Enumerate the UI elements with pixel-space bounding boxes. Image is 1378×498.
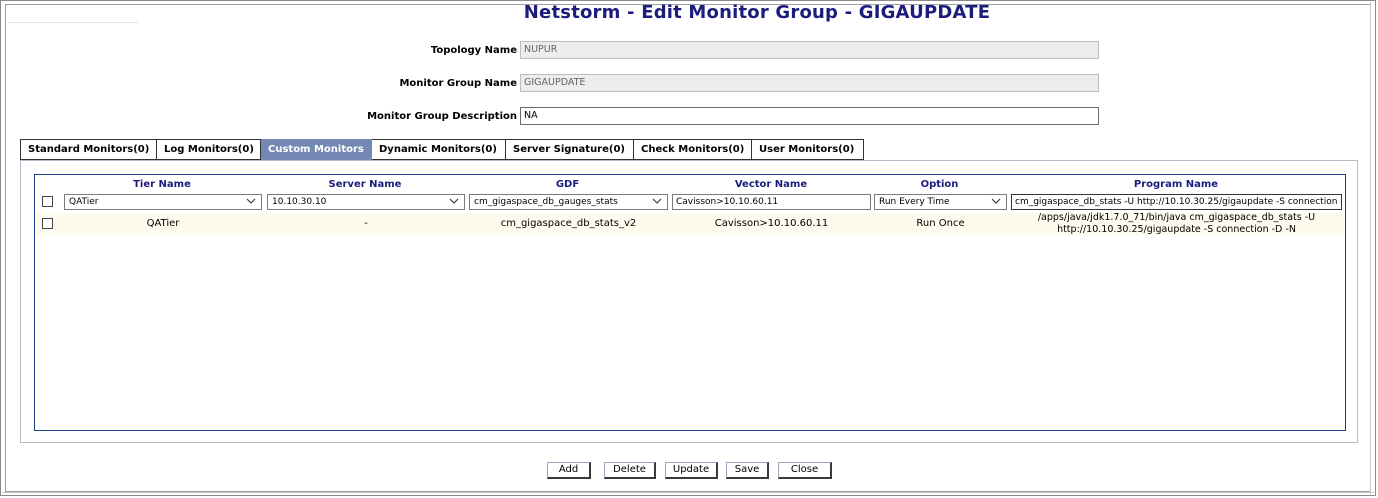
row-option: Run Once bbox=[916, 218, 965, 229]
update-button[interactable]: Update bbox=[665, 462, 718, 479]
row-server-name: - bbox=[364, 218, 368, 229]
row-vector-name: Cavisson>10.10.60.11 bbox=[714, 218, 829, 229]
row-program-name-line2: http://10.10.30.25/gigaupdate -S connect… bbox=[1057, 224, 1296, 235]
delete-button[interactable]: Delete bbox=[604, 462, 656, 479]
topology-name-label: Topology Name bbox=[430, 45, 517, 56]
chevron-down-icon bbox=[246, 198, 256, 204]
tab-check-monitors[interactable]: Check Monitors(0) bbox=[634, 139, 752, 160]
tier-name-select[interactable]: QATier bbox=[64, 194, 262, 210]
monitor-tabs: Standard Monitors(0) Log Monitors(0) Cus… bbox=[20, 139, 864, 160]
vector-name-input[interactable]: Cavisson>10.10.60.11 bbox=[672, 194, 871, 210]
program-name-input[interactable]: cm_gigaspace_db_stats -U http://10.10.30… bbox=[1011, 194, 1342, 210]
column-header-tier-name: Tier Name bbox=[133, 179, 191, 190]
monitor-group-name-field[interactable]: GIGAUPDATE bbox=[520, 74, 1099, 92]
column-header-program-name: Program Name bbox=[1133, 179, 1219, 190]
topology-name-field[interactable]: NUPUR bbox=[520, 41, 1099, 59]
tab-server-signature[interactable]: Server Signature(0) bbox=[506, 139, 634, 160]
tab-custom-monitors[interactable]: Custom Monitors bbox=[261, 139, 372, 160]
gdf-select-value: cm_gigaspace_db_gauges_stats bbox=[474, 197, 618, 207]
close-button[interactable]: Close bbox=[778, 462, 832, 479]
horizontal-scrollbar[interactable] bbox=[2, 492, 1374, 497]
tier-name-select-value: QATier bbox=[69, 197, 99, 207]
monitor-group-description-field[interactable]: NA bbox=[520, 107, 1099, 125]
column-header-option: Option bbox=[920, 179, 959, 190]
tab-dynamic-monitors[interactable]: Dynamic Monitors(0) bbox=[372, 139, 506, 160]
chevron-down-icon bbox=[991, 198, 1001, 204]
chevron-down-icon bbox=[652, 198, 662, 204]
add-button[interactable]: Add bbox=[547, 462, 591, 479]
option-select[interactable]: Run Every Time bbox=[874, 194, 1007, 210]
gdf-select[interactable]: cm_gigaspace_db_gauges_stats bbox=[469, 194, 668, 210]
row-tier-name: QATier bbox=[146, 218, 180, 229]
edit-row-checkbox[interactable] bbox=[42, 196, 53, 207]
column-header-server-name: Server Name bbox=[328, 179, 402, 190]
row-program-name: /apps/java/jdk1.7.0_71/bin/java cm_gigas… bbox=[1011, 212, 1342, 236]
column-header-gdf: GDF bbox=[555, 179, 580, 190]
tab-standard-monitors[interactable]: Standard Monitors(0) bbox=[20, 139, 157, 160]
column-header-vector-name: Vector Name bbox=[734, 179, 808, 190]
tab-user-monitors[interactable]: User Monitors(0) bbox=[752, 139, 864, 160]
option-select-value: Run Every Time bbox=[879, 197, 950, 207]
save-button[interactable]: Save bbox=[726, 462, 769, 479]
page-title: Netstorm - Edit Monitor Group - GIGAUPDA… bbox=[523, 2, 991, 23]
server-name-select-value: 10.10.30.10 bbox=[272, 197, 327, 207]
server-name-select[interactable]: 10.10.30.10 bbox=[267, 194, 465, 210]
chevron-down-icon bbox=[449, 198, 459, 204]
row-program-name-line1: /apps/java/jdk1.7.0_71/bin/java cm_gigas… bbox=[1037, 212, 1316, 223]
monitor-group-name-label: Monitor Group Name bbox=[399, 78, 517, 89]
vertical-scrollbar[interactable] bbox=[1370, 2, 1377, 494]
row-checkbox[interactable] bbox=[42, 218, 53, 229]
row-gdf: cm_gigaspace_db_stats_v2 bbox=[500, 218, 637, 229]
tab-log-monitors[interactable]: Log Monitors(0) bbox=[157, 139, 261, 160]
monitor-group-description-label: Monitor Group Description bbox=[367, 111, 517, 122]
